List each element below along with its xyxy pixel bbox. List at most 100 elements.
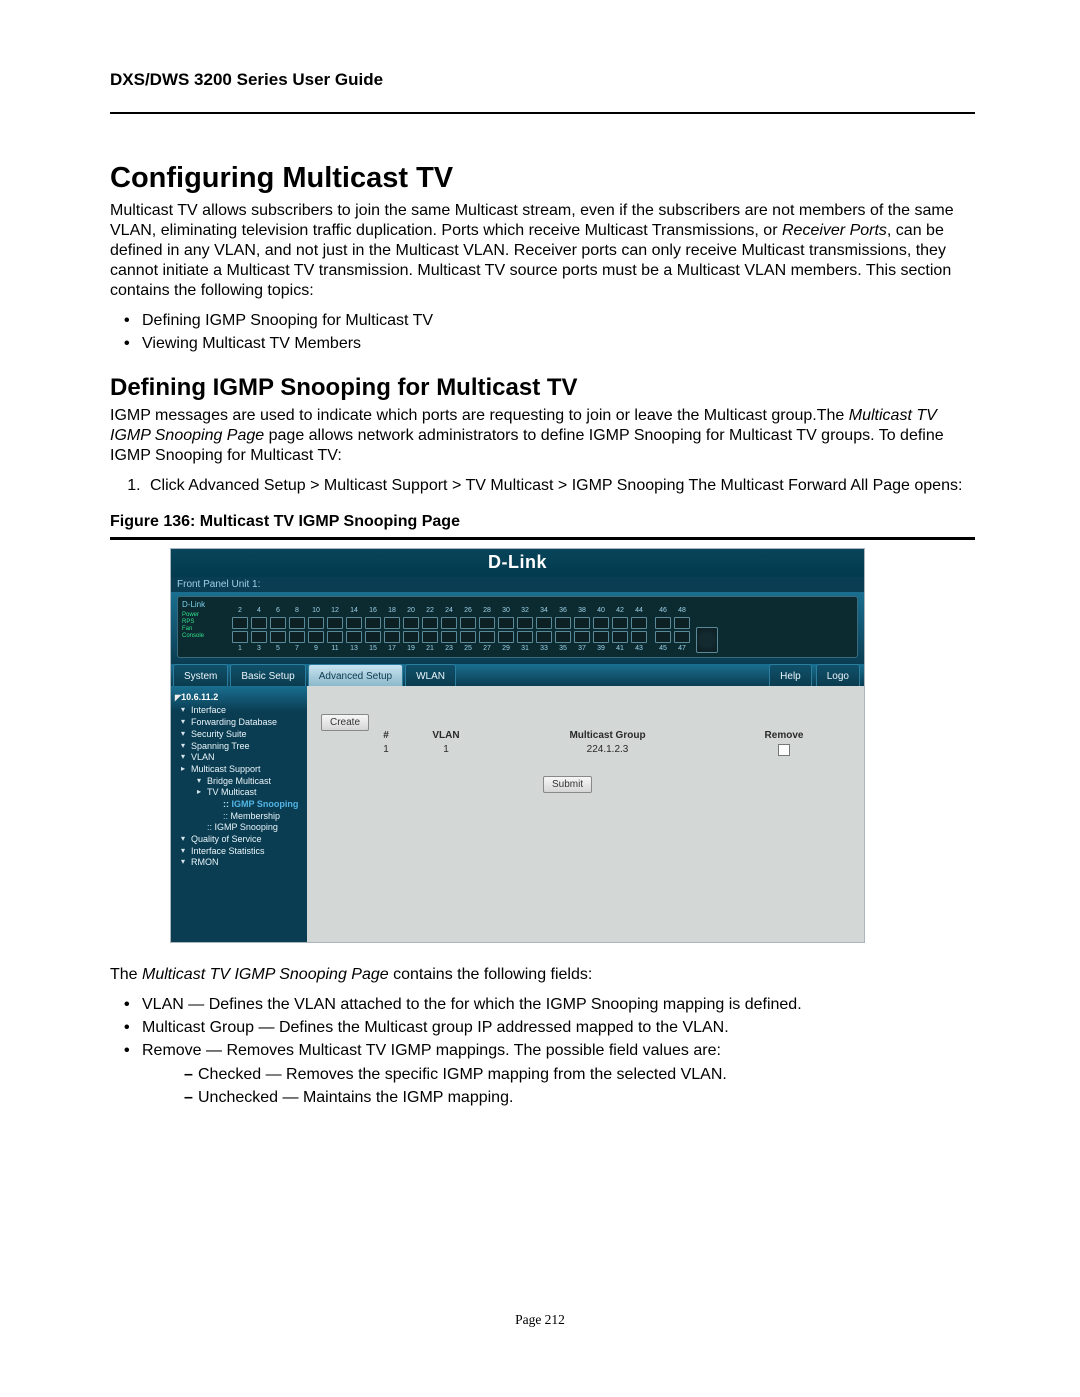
tab-logout[interactable]: Logo	[816, 664, 860, 686]
nav-tree: 10.6.11.2 InterfaceForwarding DatabaseSe…	[171, 686, 307, 942]
create-button[interactable]: Create	[321, 714, 369, 731]
tree-item[interactable]: Security Suite	[181, 729, 303, 741]
port[interactable]	[555, 617, 571, 629]
port[interactable]	[289, 617, 305, 629]
port[interactable]	[384, 631, 400, 643]
doc-header: DXS/DWS 3200 Series User Guide	[110, 70, 975, 90]
port[interactable]	[251, 631, 267, 643]
port[interactable]	[498, 631, 514, 643]
tree-item[interactable]: :: IGMP Snooping	[213, 799, 303, 811]
port[interactable]	[270, 631, 286, 643]
tree-item[interactable]: Quality of Service	[181, 834, 303, 846]
remove-values-list: Checked — Removes the specific IGMP mapp…	[142, 1065, 975, 1108]
port[interactable]	[403, 631, 419, 643]
tab-advanced-setup[interactable]: Advanced Setup	[308, 664, 403, 686]
port[interactable]	[612, 617, 628, 629]
remove-checkbox[interactable]	[778, 744, 790, 756]
heading-2: Defining IGMP Snooping for Multicast TV	[110, 374, 975, 402]
front-panel-label: Front Panel Unit 1:	[171, 577, 864, 592]
port[interactable]	[674, 617, 690, 629]
app-body: 10.6.11.2 InterfaceForwarding DatabaseSe…	[171, 686, 864, 942]
tab-help[interactable]: Help	[769, 664, 812, 686]
tree-item[interactable]: Forwarding Database	[181, 717, 303, 729]
port[interactable]	[536, 617, 552, 629]
port[interactable]	[422, 631, 438, 643]
tree-item[interactable]: Interface Statistics	[181, 846, 303, 858]
tab-bar: System Basic Setup Advanced Setup WLAN H…	[171, 664, 864, 686]
list-item: Viewing Multicast TV Members	[110, 334, 975, 354]
heading-1: Configuring Multicast TV	[110, 162, 975, 195]
port[interactable]	[674, 631, 690, 643]
port[interactable]	[308, 631, 324, 643]
after-figure-paragraph: The Multicast TV IGMP Snooping Page cont…	[110, 965, 975, 985]
tree-item[interactable]: VLAN	[181, 752, 303, 764]
figure-label: Figure 136: Multicast TV IGMP Snooping P…	[110, 513, 975, 531]
divider	[110, 112, 975, 114]
port[interactable]	[479, 617, 495, 629]
port[interactable]	[365, 631, 381, 643]
port[interactable]	[289, 631, 305, 643]
uplink-group: 46454847	[655, 607, 690, 653]
port[interactable]	[574, 617, 590, 629]
tree-item[interactable]: TV Multicast:: IGMP Snooping:: Membershi…	[197, 787, 303, 822]
port[interactable]	[441, 631, 457, 643]
tree-item[interactable]: Interface	[181, 705, 303, 717]
port[interactable]	[612, 631, 628, 643]
port[interactable]	[574, 631, 590, 643]
port[interactable]	[460, 617, 476, 629]
steps-list: Click Advanced Setup > Multicast Support…	[110, 476, 975, 497]
port[interactable]	[384, 617, 400, 629]
port[interactable]	[517, 617, 533, 629]
port[interactable]	[308, 617, 324, 629]
tree-item[interactable]: :: IGMP Snooping	[197, 822, 303, 834]
list-item: VLAN — Defines the VLAN attached to the …	[110, 995, 975, 1015]
list-item: Unchecked — Maintains the IGMP mapping.	[142, 1088, 975, 1108]
port[interactable]	[631, 631, 647, 643]
tab-basic-setup[interactable]: Basic Setup	[230, 664, 305, 686]
port[interactable]	[327, 631, 343, 643]
submit-button[interactable]: Submit	[543, 776, 592, 793]
port[interactable]	[346, 617, 362, 629]
port[interactable]	[536, 631, 552, 643]
tree-root-ip[interactable]: 10.6.11.2	[175, 692, 303, 704]
port[interactable]	[479, 631, 495, 643]
port[interactable]	[232, 617, 248, 629]
tree-item[interactable]: :: Membership	[213, 811, 303, 823]
port[interactable]	[403, 617, 419, 629]
port[interactable]	[441, 617, 457, 629]
port[interactable]	[631, 617, 647, 629]
port[interactable]	[517, 631, 533, 643]
section-paragraph: IGMP messages are used to indicate which…	[110, 406, 975, 466]
list-item: Multicast Group — Defines the Multicast …	[110, 1018, 975, 1038]
tab-wlan[interactable]: WLAN	[405, 664, 456, 686]
port[interactable]	[655, 631, 671, 643]
port[interactable]	[460, 631, 476, 643]
led-block: Power RPS Fan Console	[182, 612, 204, 640]
tab-system[interactable]: System	[173, 664, 228, 686]
port[interactable]	[655, 617, 671, 629]
port[interactable]	[422, 617, 438, 629]
port[interactable]	[232, 631, 248, 643]
port[interactable]	[498, 617, 514, 629]
fields-list: VLAN — Defines the VLAN attached to the …	[110, 995, 975, 1108]
port[interactable]	[251, 617, 267, 629]
device-chassis: D-Link Power RPS Fan Console 21436587109…	[177, 596, 858, 658]
port[interactable]	[593, 617, 609, 629]
tree-item[interactable]: Multicast SupportBridge MulticastTV Mult…	[181, 764, 303, 834]
port[interactable]	[327, 617, 343, 629]
figure-divider	[110, 537, 975, 540]
port[interactable]	[593, 631, 609, 643]
port[interactable]	[270, 617, 286, 629]
tree-item[interactable]: RMON	[181, 857, 303, 869]
port[interactable]	[555, 631, 571, 643]
document-page: DXS/DWS 3200 Series User Guide Configuri…	[0, 0, 1080, 1397]
tree-item[interactable]: Spanning Tree	[181, 741, 303, 753]
page-number: Page 212	[0, 1312, 1080, 1328]
port-group: 2143658710912111413161518172019222124232…	[232, 607, 647, 653]
intro-paragraph: Multicast TV allows subscribers to join …	[110, 201, 975, 301]
list-item: Remove — Removes Multicast TV IGMP mappi…	[110, 1041, 975, 1108]
brand-bar: D-Link	[171, 549, 864, 577]
tree-item[interactable]: Bridge Multicast	[197, 776, 303, 788]
port[interactable]	[346, 631, 362, 643]
port[interactable]	[365, 617, 381, 629]
